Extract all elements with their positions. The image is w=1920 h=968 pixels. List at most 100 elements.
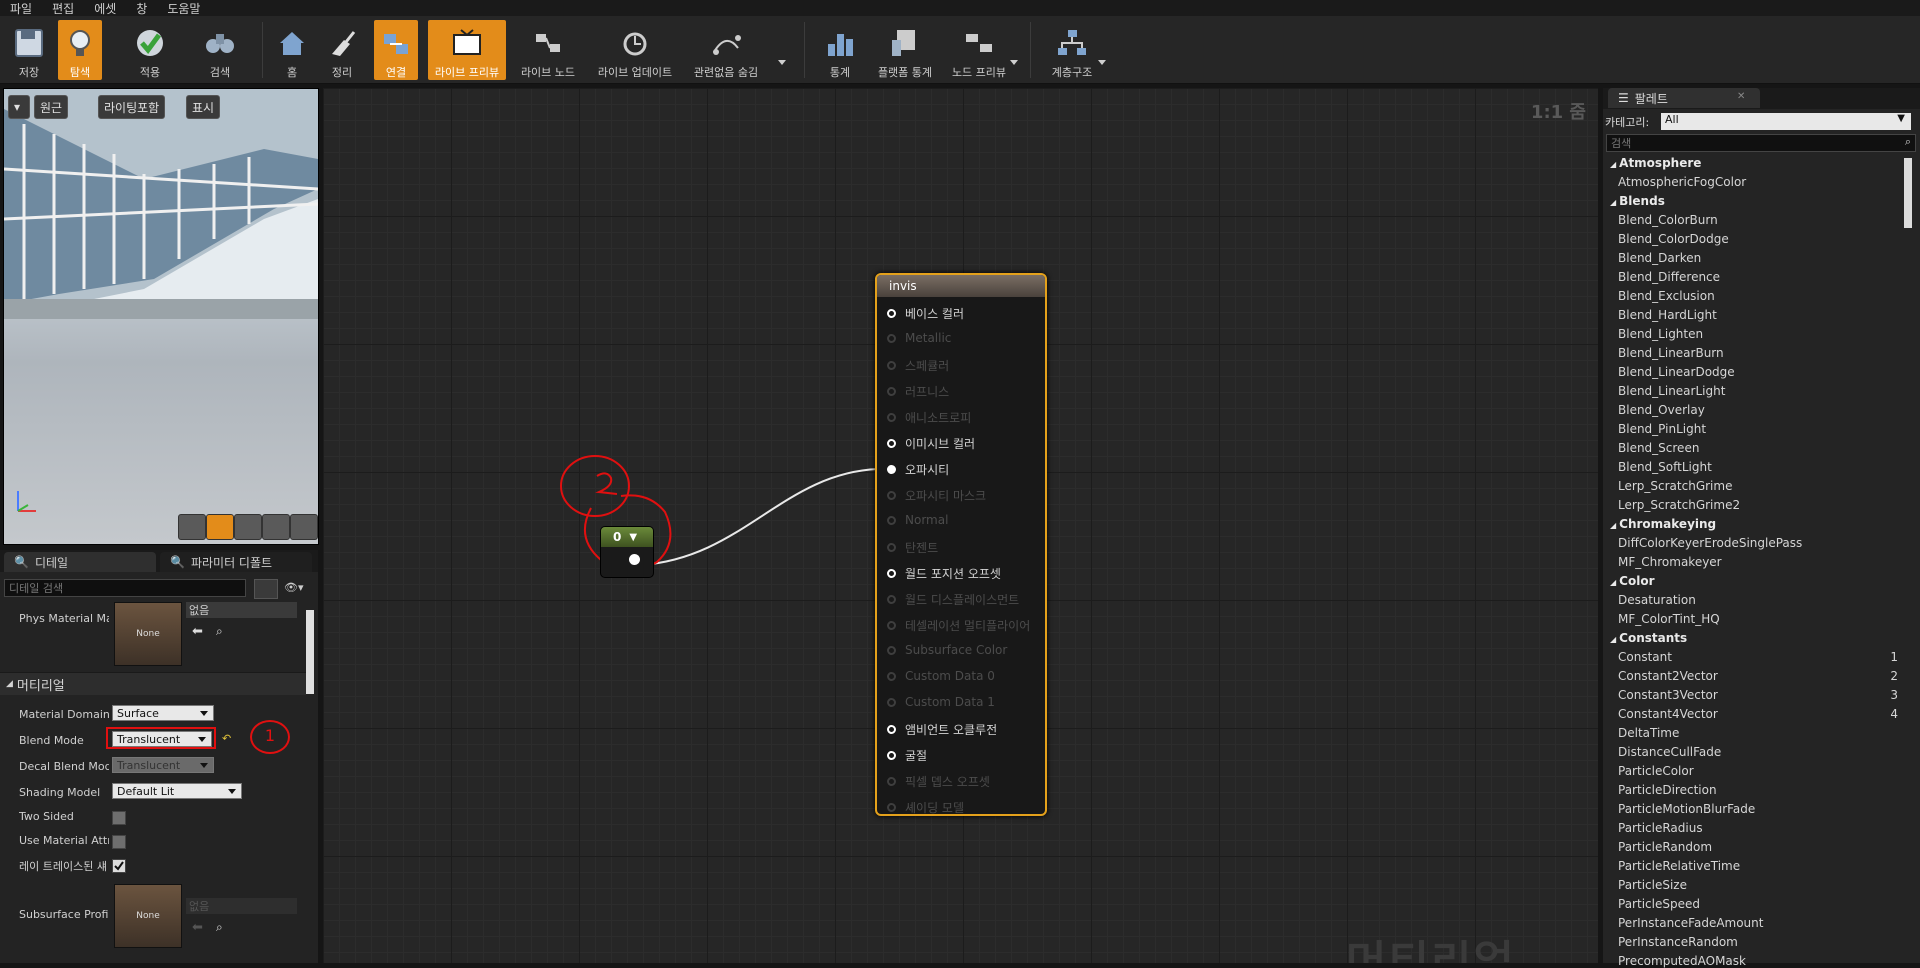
node-input-pin[interactable]: Custom Data 1 bbox=[887, 695, 995, 709]
palette-item[interactable]: ParticleMotionBlurFade bbox=[1618, 802, 1755, 816]
node-input-pin[interactable]: 월드 디스플레이스먼트 bbox=[887, 591, 1019, 608]
eye-visibility-icon[interactable]: 👁▾ bbox=[284, 581, 312, 595]
palette-item[interactable]: ParticleSpeed bbox=[1618, 897, 1700, 911]
connectors-button[interactable]: 연결 bbox=[374, 20, 418, 80]
node-input-pin[interactable]: 베이스 컬러 bbox=[887, 305, 964, 322]
palette-item[interactable]: PerInstanceRandom bbox=[1618, 935, 1738, 949]
viewport-options-button[interactable]: ▾ bbox=[8, 95, 30, 119]
node-input-pin[interactable]: Normal bbox=[887, 513, 948, 527]
palette-category[interactable]: ◢ Chromakeying bbox=[1610, 517, 1716, 531]
preview-sphere-button[interactable] bbox=[206, 514, 234, 540]
node-input-pin[interactable]: 월드 포지션 오프셋 bbox=[887, 565, 1001, 582]
palette-item[interactable]: Blend_Exclusion bbox=[1618, 289, 1715, 303]
pin-circle-icon[interactable] bbox=[887, 777, 896, 786]
material-domain-combo[interactable]: Surface bbox=[112, 705, 214, 721]
pin-circle-icon[interactable] bbox=[887, 439, 896, 448]
palette-item[interactable]: Blend_SoftLight bbox=[1618, 460, 1712, 474]
collapse-caret-icon[interactable]: ▼ bbox=[629, 532, 637, 543]
browse-magnifier-icon[interactable]: ⌕ bbox=[216, 624, 223, 639]
browse-button[interactable]: 탐색 bbox=[58, 20, 102, 80]
shading-model-combo[interactable]: Default Lit bbox=[112, 783, 242, 799]
pin-circle-icon[interactable] bbox=[887, 621, 896, 630]
palette-item[interactable]: Constant2Vector bbox=[1618, 669, 1718, 683]
pin-circle-icon[interactable] bbox=[887, 491, 896, 500]
cleanup-button[interactable]: 정리 bbox=[320, 20, 364, 80]
node-input-pin[interactable]: 픽셀 뎁스 오프셋 bbox=[887, 773, 990, 790]
phys-material-thumbnail[interactable]: None bbox=[114, 602, 182, 666]
menu-file[interactable]: 파일 bbox=[0, 0, 42, 17]
pin-circle-icon[interactable] bbox=[887, 569, 896, 578]
palette-item[interactable]: Lerp_ScratchGrime2 bbox=[1618, 498, 1740, 512]
category-combo[interactable]: All ▼ bbox=[1661, 113, 1911, 130]
hide-unrelated-dropdown-icon[interactable] bbox=[778, 60, 786, 65]
palette-item[interactable]: Constant4Vector bbox=[1618, 707, 1718, 721]
menu-window[interactable]: 창 bbox=[126, 0, 157, 17]
pin-circle-icon[interactable] bbox=[887, 803, 896, 812]
hierarchy-button[interactable]: 계층구조 bbox=[1046, 20, 1098, 80]
live-update-button[interactable]: 라이브 업데이트 bbox=[590, 20, 680, 80]
palette-item[interactable]: Blend_Lighten bbox=[1618, 327, 1703, 341]
node-input-pin[interactable]: 오파시티 bbox=[887, 461, 949, 478]
two-sided-checkbox[interactable] bbox=[112, 811, 126, 825]
stats-button[interactable]: 통계 bbox=[818, 20, 862, 80]
palette-item[interactable]: AtmosphericFogColor bbox=[1618, 175, 1746, 189]
close-tab-icon[interactable]: ✕ bbox=[1737, 91, 1745, 102]
grid-view-button[interactable] bbox=[254, 579, 278, 599]
node-input-pin[interactable]: 테셀레이션 멀티플라이어 bbox=[887, 617, 1030, 634]
palette-item[interactable]: Constant bbox=[1618, 650, 1672, 664]
menu-help[interactable]: 도움말 bbox=[157, 0, 210, 17]
node-input-pin[interactable]: 앰비언트 오클루전 bbox=[887, 721, 997, 738]
ray-traced-shadows-checkbox[interactable] bbox=[112, 859, 126, 873]
palette-item[interactable]: ParticleRelativeTime bbox=[1618, 859, 1740, 873]
details-search-input[interactable]: 디테일 검색 bbox=[4, 579, 246, 597]
pin-circle-icon[interactable] bbox=[887, 725, 896, 734]
palette-item[interactable]: Blend_Screen bbox=[1618, 441, 1699, 455]
palette-item[interactable]: PrecomputedAOMask bbox=[1618, 954, 1746, 968]
palette-item[interactable]: ParticleRandom bbox=[1618, 840, 1712, 854]
pin-circle-icon[interactable] bbox=[887, 333, 896, 343]
subsurface-profile-thumbnail[interactable]: None bbox=[114, 884, 182, 948]
palette-item[interactable]: PerInstanceFadeAmount bbox=[1618, 916, 1763, 930]
pin-circle-icon[interactable] bbox=[887, 645, 896, 655]
preview-cylinder-button[interactable] bbox=[178, 514, 206, 540]
apply-button[interactable]: 적용 bbox=[128, 20, 172, 80]
palette-item[interactable]: Lerp_ScratchGrime bbox=[1618, 479, 1732, 493]
preview-viewport[interactable]: ▾ 원근 라이팅포함 표시 bbox=[3, 88, 319, 545]
pin-circle-icon[interactable] bbox=[887, 671, 896, 681]
material-section-header[interactable]: ◢ 머티리얼 bbox=[0, 672, 306, 695]
live-nodes-button[interactable]: 라이브 노드 bbox=[515, 20, 581, 80]
pin-circle-icon[interactable] bbox=[887, 387, 896, 396]
palette-item[interactable]: DistanceCullFade bbox=[1618, 745, 1721, 759]
palette-item[interactable]: Blend_LinearLight bbox=[1618, 384, 1725, 398]
node-input-pin[interactable]: 셰이딩 모델 bbox=[887, 799, 964, 816]
palette-item[interactable]: Blend_ColorDodge bbox=[1618, 232, 1729, 246]
use-material-attributes-checkbox[interactable] bbox=[112, 835, 126, 849]
palette-item[interactable]: Blend_LinearBurn bbox=[1618, 346, 1724, 360]
palette-scrollbar[interactable] bbox=[1904, 158, 1912, 228]
palette-item[interactable]: Constant3Vector bbox=[1618, 688, 1718, 702]
use-selected-arrow-icon[interactable]: ⬅ bbox=[192, 624, 203, 639]
menu-asset[interactable]: 에셋 bbox=[84, 0, 126, 17]
pin-circle-icon[interactable] bbox=[887, 413, 896, 422]
preview-mesh-button[interactable] bbox=[290, 514, 318, 540]
palette-item[interactable]: DiffColorKeyerErodeSinglePass bbox=[1618, 536, 1802, 550]
palette-item[interactable]: Blend_PinLight bbox=[1618, 422, 1706, 436]
node-input-pin[interactable]: Custom Data 0 bbox=[887, 669, 995, 683]
preview-plane-button[interactable] bbox=[234, 514, 262, 540]
palette-item[interactable]: ParticleRadius bbox=[1618, 821, 1703, 835]
pin-circle-icon[interactable] bbox=[887, 543, 896, 552]
palette-item[interactable]: ParticleSize bbox=[1618, 878, 1687, 892]
save-button[interactable]: 저장 bbox=[8, 20, 50, 80]
node-input-pin[interactable]: 굴절 bbox=[887, 747, 927, 764]
palette-category[interactable]: ◢ Color bbox=[1610, 574, 1654, 588]
palette-item[interactable]: DeltaTime bbox=[1618, 726, 1679, 740]
platform-stats-button[interactable]: 플랫폼 통계 bbox=[872, 20, 938, 80]
node-input-pin[interactable]: 오파시티 마스크 bbox=[887, 487, 986, 504]
palette-item[interactable]: Blend_Darken bbox=[1618, 251, 1701, 265]
palette-category[interactable]: ◢ Constants bbox=[1610, 631, 1687, 645]
palette-item[interactable]: Blend_ColorBurn bbox=[1618, 213, 1718, 227]
palette-category[interactable]: ◢ Blends bbox=[1610, 194, 1665, 208]
show-button[interactable]: 표시 bbox=[186, 95, 221, 119]
hide-unrelated-button[interactable]: 관련없음 숨김 bbox=[688, 20, 764, 80]
palette-item[interactable]: Blend_HardLight bbox=[1618, 308, 1717, 322]
